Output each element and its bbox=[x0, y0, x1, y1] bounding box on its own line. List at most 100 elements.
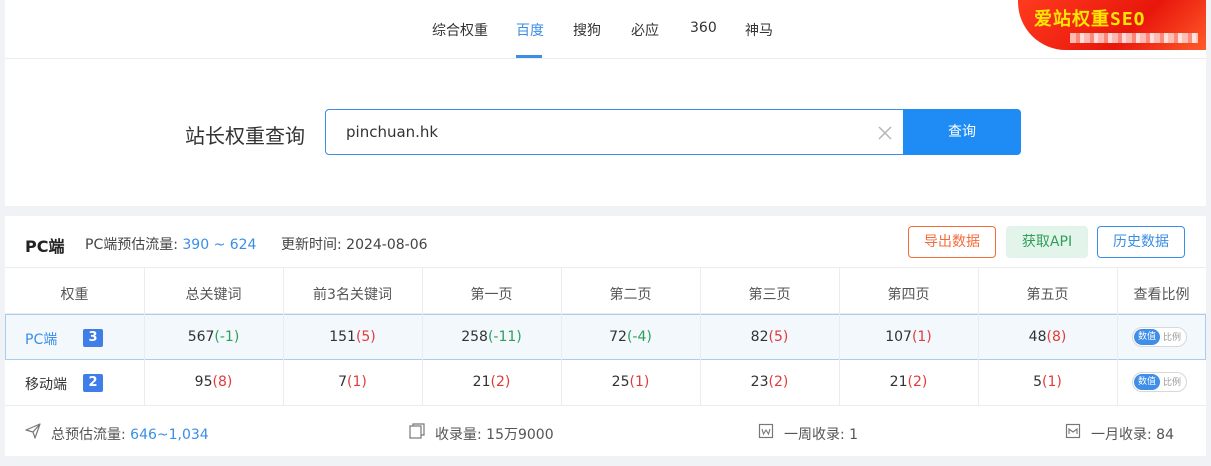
mobile-ratio-toggle[interactable]: 数值 比例 bbox=[1132, 372, 1187, 392]
mobile-rank-badge: 2 bbox=[83, 374, 103, 392]
pc-page3: 82(5) bbox=[700, 329, 839, 345]
month-indexed-label: 一月收录: bbox=[1091, 427, 1152, 443]
total-traffic-value: 646~1,034 bbox=[130, 427, 209, 443]
indexed-value: 15万9000 bbox=[486, 427, 554, 443]
tab-baidu[interactable]: 百度 bbox=[516, 20, 544, 40]
tab-sogou[interactable]: 搜狗 bbox=[573, 20, 601, 40]
col-header-page1: 第一页 bbox=[470, 287, 513, 303]
active-tab-indicator bbox=[516, 55, 542, 58]
col-header-page2: 第二页 bbox=[609, 287, 652, 303]
col-header-page3: 第三页 bbox=[748, 287, 791, 303]
cell-value: 48 bbox=[1028, 329, 1047, 345]
tab-bing[interactable]: 必应 bbox=[631, 20, 659, 40]
tab-composite-weight[interactable]: 综合权重 bbox=[432, 20, 488, 40]
clear-icon[interactable] bbox=[878, 126, 892, 140]
toggle-ratio-option[interactable]: 比例 bbox=[1163, 330, 1181, 343]
cell-delta: (-1) bbox=[214, 329, 240, 345]
col-divider bbox=[978, 267, 979, 405]
cell-delta: (8) bbox=[212, 374, 233, 390]
row-label-mobile[interactable]: 移动端 bbox=[25, 374, 67, 394]
col-divider bbox=[839, 267, 840, 405]
search-input-value[interactable]: pinchuan.hk bbox=[346, 123, 438, 141]
pc-rank-badge: 3 bbox=[83, 329, 103, 347]
header-row-divider bbox=[5, 313, 1206, 314]
week-indexed-value: 1 bbox=[849, 427, 859, 443]
cell-value: 72 bbox=[609, 329, 627, 345]
col-header-total-keywords: 总关键词 bbox=[185, 287, 242, 303]
cell-delta: (2) bbox=[768, 374, 789, 390]
mobile-page1: 21(2) bbox=[422, 374, 561, 390]
total-traffic-estimate: 总预估流量: 646~1,034 bbox=[51, 424, 209, 444]
cell-delta: (-11) bbox=[487, 329, 522, 345]
col-divider bbox=[283, 267, 284, 405]
total-traffic-label: 总预估流量: bbox=[51, 427, 126, 443]
pc-ratio-toggle[interactable]: 数值 比例 bbox=[1132, 327, 1187, 347]
cell-delta: (1) bbox=[1042, 374, 1062, 390]
mobile-page3: 23(2) bbox=[700, 374, 839, 390]
weight-result-panel: PC端 PC端预估流量: 390 ~ 624 更新时间: 2024-08-06 … bbox=[5, 216, 1206, 456]
get-api-button[interactable]: 获取API bbox=[1006, 226, 1088, 258]
logo-tagline-blurred bbox=[1070, 33, 1198, 43]
history-data-button[interactable]: 历史数据 bbox=[1097, 226, 1185, 258]
pc-page1: 258(-11) bbox=[422, 329, 561, 345]
col-divider bbox=[700, 267, 701, 405]
col-header-weight: 权重 bbox=[60, 287, 89, 303]
row-label-pc[interactable]: PC端 bbox=[25, 329, 57, 349]
cell-delta: (5) bbox=[768, 329, 789, 345]
search-title: 站长权重查询 bbox=[185, 124, 305, 148]
col-header-page4: 第四页 bbox=[887, 287, 930, 303]
week-calendar-icon bbox=[758, 423, 774, 439]
mobile-page5: 5(1) bbox=[978, 374, 1117, 390]
col-divider bbox=[422, 267, 423, 405]
cell-delta: (1) bbox=[347, 374, 367, 390]
cell-value: 5 bbox=[1033, 374, 1043, 390]
week-indexed-label: 一周收录: bbox=[784, 427, 845, 443]
pc-top3-keywords: 151(5) bbox=[283, 329, 422, 345]
tab-shenma[interactable]: 神马 bbox=[745, 20, 773, 40]
table-bottom-border bbox=[5, 405, 1206, 406]
cell-delta: (5) bbox=[355, 329, 376, 345]
pc-page5: 48(8) bbox=[978, 329, 1117, 345]
pc-page2: 72(-4) bbox=[561, 329, 700, 345]
tab-360[interactable]: 360 bbox=[690, 20, 717, 36]
logo-text: 爱站权重SEO bbox=[1034, 9, 1146, 30]
col-divider bbox=[144, 267, 145, 405]
cell-value: 21 bbox=[889, 374, 908, 390]
cell-value: 25 bbox=[611, 374, 630, 390]
cell-delta: (-4) bbox=[626, 329, 652, 345]
cell-value: 95 bbox=[194, 374, 213, 390]
cell-delta: (8) bbox=[1046, 329, 1067, 345]
cell-delta: (1) bbox=[629, 374, 650, 390]
engine-tabs-bar: 综合权重 百度 搜狗 必应 360 神马 爱站权重SEO bbox=[5, 0, 1206, 59]
toggle-value-option[interactable]: 数值 bbox=[1134, 374, 1160, 390]
mobile-page4: 21(2) bbox=[839, 374, 978, 390]
cell-delta: (2) bbox=[907, 374, 928, 390]
col-header-top3-keywords: 前3名关键词 bbox=[313, 287, 392, 303]
copy-icon bbox=[409, 423, 425, 439]
indexed-label: 收录量: bbox=[435, 427, 482, 443]
cell-value: 107 bbox=[885, 329, 912, 345]
mobile-page2: 25(1) bbox=[561, 374, 700, 390]
col-divider bbox=[1117, 267, 1118, 405]
cell-value: 7 bbox=[338, 374, 348, 390]
search-panel: 站长权重查询 pinchuan.hk 查询 bbox=[5, 59, 1206, 206]
domain-search-input[interactable]: pinchuan.hk bbox=[325, 109, 905, 155]
col-header-page5: 第五页 bbox=[1026, 287, 1069, 303]
cell-value: 151 bbox=[329, 329, 356, 345]
search-button[interactable]: 查询 bbox=[903, 109, 1021, 155]
result-title: PC端 bbox=[25, 237, 65, 256]
send-icon bbox=[25, 423, 41, 439]
cell-value: 567 bbox=[187, 329, 215, 345]
export-data-button[interactable]: 导出数据 bbox=[908, 226, 996, 258]
col-divider bbox=[561, 267, 562, 405]
week-indexed: 一周收录: 1 bbox=[784, 424, 858, 444]
pc-total-keywords: 567(-1) bbox=[144, 329, 283, 345]
toggle-value-option[interactable]: 数值 bbox=[1134, 329, 1160, 345]
month-indexed: 一月收录: 84 bbox=[1091, 424, 1174, 444]
site-logo: 爱站权重SEO bbox=[1018, 0, 1206, 50]
table-top-border bbox=[5, 267, 1206, 268]
col-header-view-ratio: 查看比例 bbox=[1133, 287, 1190, 303]
toggle-ratio-option[interactable]: 比例 bbox=[1163, 375, 1181, 388]
indexed-count: 收录量: 15万9000 bbox=[435, 424, 554, 444]
pc-traffic-estimate: PC端预估流量: 390 ~ 624 bbox=[85, 234, 256, 254]
